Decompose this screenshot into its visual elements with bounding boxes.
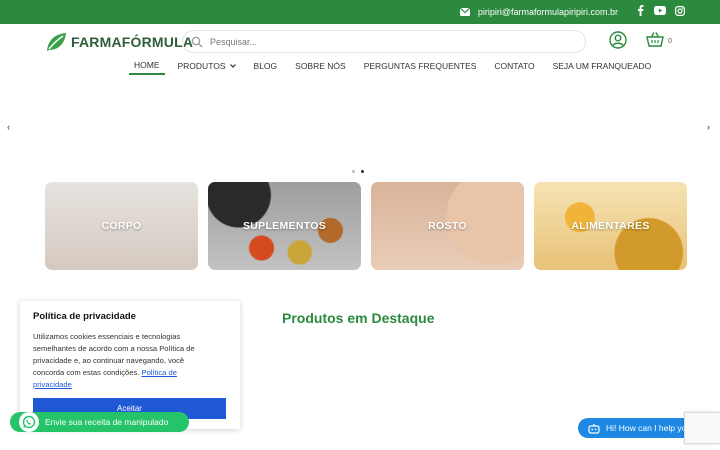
category-grid: CORPO SUPLEMENTOS ROSTO ALIMENTARES [45, 182, 687, 270]
category-label: SUPLEMENTOS [242, 220, 327, 232]
category-card-corpo[interactable]: CORPO [45, 182, 198, 270]
category-card-alimentares[interactable]: ALIMENTARES [534, 182, 687, 270]
chat-help-label: Hi! How can I help you? [606, 423, 696, 433]
nav-item-perguntas-frequentes[interactable]: PERGUNTAS FREQUENTES [359, 57, 482, 75]
search-box[interactable] [182, 30, 586, 53]
category-card-suplementos[interactable]: SUPLEMENTOS [208, 182, 361, 270]
chat-bot-icon [588, 423, 600, 434]
user-account-icon[interactable] [609, 31, 627, 49]
mail-icon [459, 8, 470, 16]
category-label: CORPO [101, 220, 142, 232]
site-header: FARMAFÓRMULA 0 [0, 24, 720, 60]
category-card-rosto[interactable]: ROSTO [371, 182, 524, 270]
instagram-icon[interactable] [674, 5, 686, 19]
slider-dots [352, 170, 364, 173]
nav-item-sobre-nos[interactable]: SOBRE NÓS [290, 57, 351, 75]
category-label: ALIMENTARES [571, 220, 650, 232]
email-link[interactable]: piripiri@farmaformulapiripiri.com.br [459, 7, 618, 17]
nav-item-blog[interactable]: BLOG [249, 57, 283, 75]
main-nav: HOME PRODUTOS BLOG SOBRE NÓS PERGUNTAS F… [0, 57, 720, 75]
slider-dot[interactable] [352, 170, 355, 173]
facebook-icon[interactable] [634, 5, 646, 19]
email-text[interactable]: piripiri@farmaformulapiripiri.com.br [478, 7, 618, 17]
whatsapp-button[interactable]: Envie sua receita de manipulado [10, 412, 189, 432]
search-input[interactable] [210, 36, 570, 47]
top-bar: piripiri@farmaformulapiripiri.com.br [0, 0, 720, 24]
youtube-icon[interactable] [654, 6, 666, 18]
cookie-title: Política de privacidade [33, 311, 136, 322]
nav-item-contato[interactable]: CONTATO [489, 57, 539, 75]
cart-count: 0 [668, 38, 672, 45]
slider-dot-active[interactable] [361, 170, 364, 173]
cookie-banner: Política de privacidade Utilizamos cooki… [20, 301, 240, 429]
whatsapp-icon [19, 412, 39, 432]
search-icon [191, 36, 203, 47]
slider-prev-arrow[interactable]: ‹ [7, 122, 10, 132]
leaf-logo-icon [47, 33, 66, 51]
category-label: ROSTO [428, 220, 467, 232]
cart-icon[interactable] [646, 31, 664, 49]
recaptcha-badge [684, 412, 720, 444]
cookie-body: Utilizamos cookies essenciais e tecnolog… [33, 332, 195, 389]
logo-text: FARMAFÓRMULA [71, 34, 194, 50]
slider-next-arrow[interactable]: › [707, 122, 710, 132]
logo[interactable]: FARMAFÓRMULA [44, 30, 193, 54]
nav-item-home[interactable]: HOME [129, 57, 165, 75]
chevron-down-icon [229, 64, 236, 68]
whatsapp-label: Envie sua receita de manipulado [45, 417, 169, 427]
section-title: Produtos em Destaque [282, 310, 435, 326]
nav-item-produtos[interactable]: PRODUTOS [173, 57, 241, 75]
nav-item-seja-franqueado[interactable]: SEJA UM FRANQUEADO [548, 57, 657, 75]
